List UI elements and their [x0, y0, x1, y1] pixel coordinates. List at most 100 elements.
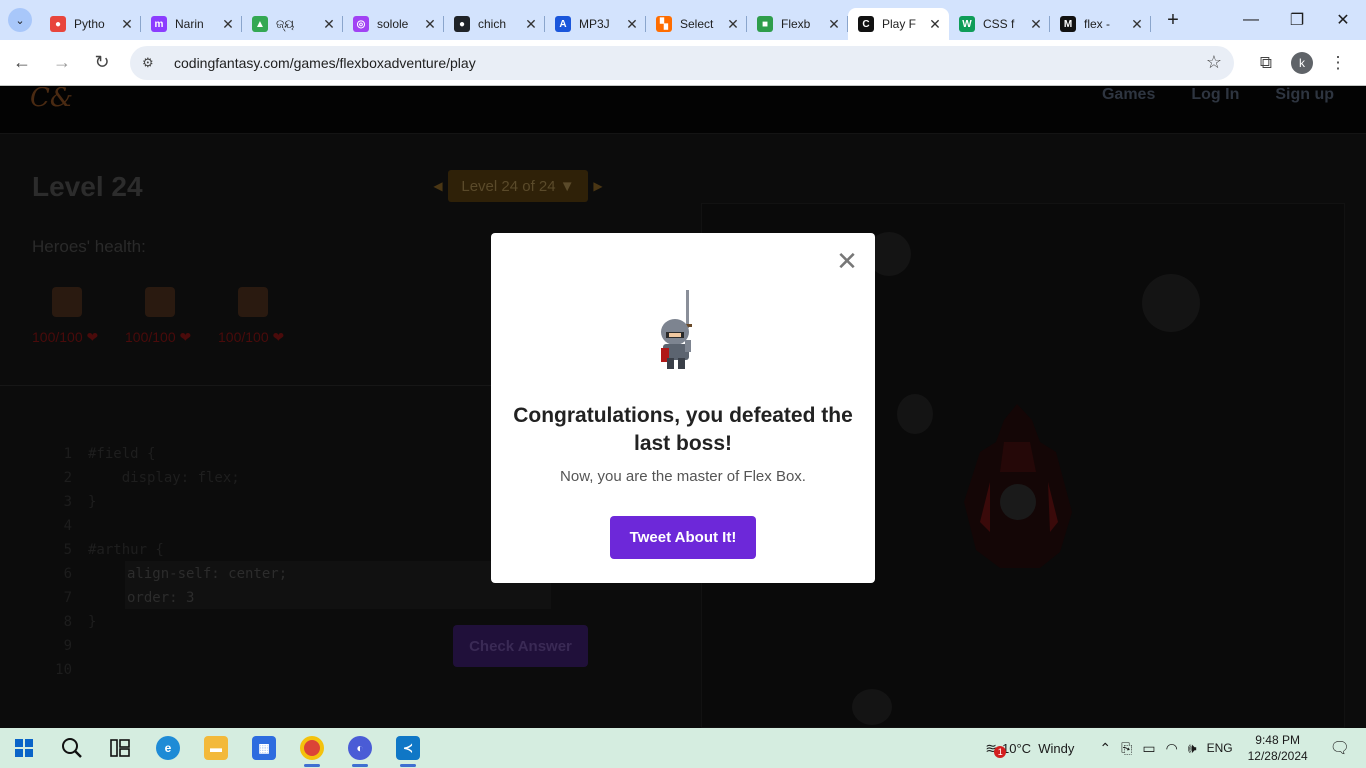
- weather-badge: 1: [994, 745, 1007, 758]
- modal-title: Congratulations, you defeated the last b…: [513, 404, 853, 455]
- browser-tab[interactable]: A MP3J ✕: [545, 8, 646, 40]
- check-answer-button[interactable]: Check Answer: [453, 625, 588, 667]
- language-indicator[interactable]: ENG: [1202, 741, 1238, 755]
- close-tab-icon[interactable]: ✕: [725, 16, 741, 33]
- vscode-icon[interactable]: ≺: [384, 728, 432, 768]
- close-tab-icon[interactable]: ✕: [1028, 16, 1044, 33]
- code-text: }: [88, 614, 97, 630]
- nav-games-link[interactable]: Games: [1102, 87, 1155, 103]
- reload-icon[interactable]: ↻: [84, 45, 120, 81]
- code-line: 5 #arthur {: [50, 538, 240, 562]
- url-text[interactable]: codingfantasy.com/games/flexboxadventure…: [174, 55, 1206, 71]
- line-number: 3: [63, 494, 72, 510]
- forward-arrow-icon[interactable]: →: [44, 45, 80, 81]
- close-tab-icon[interactable]: ✕: [523, 16, 539, 33]
- prev-level-arrow-icon[interactable]: ◀: [428, 179, 448, 193]
- browser-tab[interactable]: Mflex - ✕: [1050, 8, 1151, 40]
- site-logo[interactable]: C&: [30, 87, 73, 113]
- nav-signup-link[interactable]: Sign up: [1275, 87, 1334, 103]
- battery-icon[interactable]: ▭: [1137, 740, 1160, 757]
- tab-title: ଜ୍ୟ: [276, 16, 295, 31]
- back-arrow-icon[interactable]: ←: [4, 45, 40, 81]
- search-icon[interactable]: [48, 728, 96, 768]
- new-tab-button[interactable]: +: [1157, 4, 1189, 36]
- edge-browser-icon[interactable]: e: [144, 728, 192, 768]
- browser-tab[interactable]: ▲ ଜ୍ୟ ✕: [242, 8, 343, 40]
- site-header: C& Games Log In Sign up: [0, 87, 1366, 134]
- close-tab-icon[interactable]: ✕: [119, 16, 135, 33]
- browser-tab[interactable]: ● chich ✕: [444, 8, 545, 40]
- skull-rock-icon: [1142, 274, 1200, 332]
- clock-time: 9:48 PM: [1255, 733, 1300, 747]
- wifi-icon[interactable]: ◠: [1161, 740, 1183, 757]
- rock-icon: [852, 689, 892, 725]
- site-settings-icon[interactable]: ⚙: [142, 55, 164, 71]
- browser-tab[interactable]: ● Pytho ✕: [40, 8, 141, 40]
- tab-favicon-icon: ▚: [656, 16, 672, 32]
- browser-tab[interactable]: ▚ Select ✕: [646, 8, 747, 40]
- chrome-profile-icon[interactable]: ◐: [336, 728, 384, 768]
- chevron-down-icon: ⌄: [8, 8, 32, 32]
- chrome-icon[interactable]: [288, 728, 336, 768]
- code-line: 9: [50, 634, 240, 658]
- task-view-icon[interactable]: [96, 728, 144, 768]
- chevron-up-icon[interactable]: ⌃: [1094, 740, 1116, 757]
- code-input[interactable]: align-self: center; order: 3: [125, 561, 551, 609]
- clock[interactable]: 9:48 PM 12/28/2024: [1238, 732, 1318, 764]
- profile-button[interactable]: k: [1284, 45, 1320, 81]
- browser-tab[interactable]: W CSS f ✕: [949, 8, 1050, 40]
- tab-title: Play F: [882, 17, 917, 31]
- tab-favicon-icon: m: [151, 16, 167, 32]
- weather-widget[interactable]: ≋ 1 10°C Windy: [980, 740, 1080, 758]
- extensions-icon[interactable]: ⧉: [1248, 45, 1284, 81]
- volume-icon[interactable]: 🕪: [1183, 740, 1202, 757]
- windows-start-icon[interactable]: [0, 728, 48, 768]
- tab-search-button[interactable]: ⌄: [0, 0, 40, 40]
- close-tab-icon[interactable]: ✕: [422, 16, 438, 33]
- line-number: 2: [63, 470, 72, 486]
- camera-icon[interactable]: ⎘: [1116, 740, 1137, 757]
- bookmark-star-icon[interactable]: ☆: [1206, 52, 1222, 73]
- nav-login-link[interactable]: Log In: [1191, 87, 1239, 103]
- tab-title: Pytho: [74, 17, 105, 31]
- browser-tab[interactable]: ◎ solole ✕: [343, 8, 444, 40]
- hero-sprite-icon: [238, 287, 268, 317]
- browser-tab[interactable]: ■ Flexb ✕: [747, 8, 848, 40]
- code-input-line: order: 3: [127, 590, 195, 606]
- modal-subtitle: Now, you are the master of Flex Box.: [560, 468, 806, 485]
- tab-favicon-icon: ◎: [353, 16, 369, 32]
- level-select[interactable]: Level 24 of 24 ▼: [448, 170, 588, 202]
- browser-tab[interactable]: m Narin ✕: [141, 8, 242, 40]
- weather-text: 10°C Windy: [1002, 740, 1075, 756]
- tab-title: Select: [680, 17, 714, 31]
- close-icon[interactable]: ✕: [835, 248, 859, 274]
- tweet-button[interactable]: Tweet About It!: [610, 516, 756, 559]
- notifications-icon[interactable]: 🗨: [1318, 738, 1366, 758]
- file-explorer-icon[interactable]: ▬: [192, 728, 240, 768]
- restore-icon[interactable]: ❐: [1274, 0, 1320, 40]
- line-number: 5: [63, 542, 72, 558]
- next-level-arrow-icon[interactable]: ▶: [588, 179, 608, 193]
- dark-knight-boss-icon: [964, 404, 1072, 568]
- close-tab-icon[interactable]: ✕: [321, 16, 337, 33]
- line-number: 4: [63, 518, 72, 534]
- tab-favicon-icon: ▲: [252, 16, 268, 32]
- close-tab-icon[interactable]: ✕: [1129, 16, 1145, 33]
- hero-health-3: 100/100 ❤: [218, 287, 308, 346]
- microsoft-store-icon[interactable]: ▦: [240, 728, 288, 768]
- close-tab-icon[interactable]: ✕: [927, 16, 943, 33]
- browser-tab[interactable]: C Play F ✕: [848, 8, 949, 40]
- address-bar[interactable]: ⚙ codingfantasy.com/games/flexboxadventu…: [130, 45, 1234, 80]
- minimize-icon[interactable]: —: [1228, 0, 1274, 40]
- code-line: 8}: [50, 610, 240, 634]
- hero-health-2: 100/100 ❤: [125, 287, 215, 346]
- tab-favicon-icon: ■: [757, 16, 773, 32]
- close-tab-icon[interactable]: ✕: [826, 16, 842, 33]
- close-tab-icon[interactable]: ✕: [220, 16, 236, 33]
- avatar: k: [1291, 51, 1313, 74]
- tab-title: flex -: [1084, 17, 1111, 31]
- site-nav: Games Log In Sign up: [1102, 87, 1334, 103]
- close-tab-icon[interactable]: ✕: [624, 16, 640, 33]
- close-window-icon[interactable]: ✕: [1320, 0, 1366, 40]
- menu-kebab-icon[interactable]: ⋮: [1320, 45, 1356, 81]
